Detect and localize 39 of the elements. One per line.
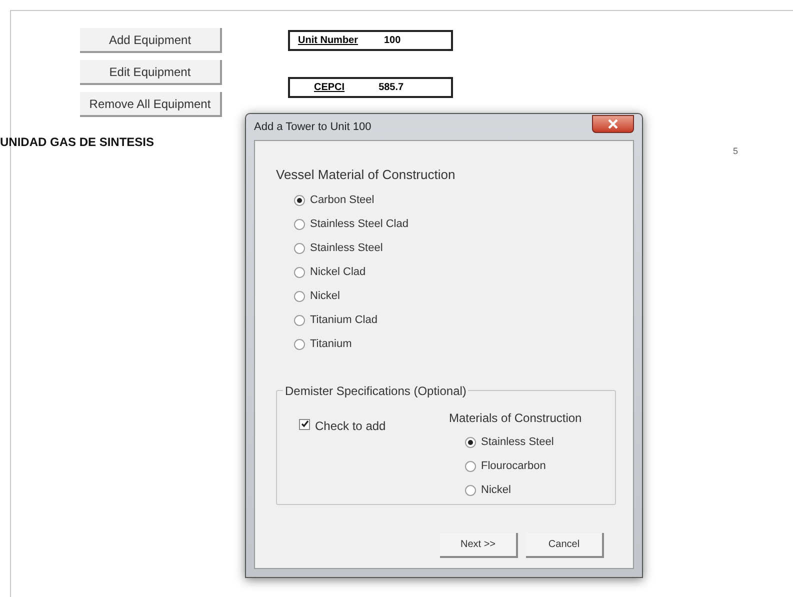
info-value: 585.7 — [378, 81, 404, 95]
option-label: Flourocarbon — [481, 459, 546, 474]
option-label: Stainless Steel Clad — [310, 217, 408, 232]
option-label: Nickel — [481, 483, 511, 498]
option-label: Nickel Clad — [310, 265, 366, 280]
option-label: Stainless Steel — [481, 435, 554, 450]
option-label: Titanium — [310, 337, 352, 352]
materials-label: Materials of Construction — [449, 410, 582, 426]
unit-title: UNIDAD GAS DE SINTESIS — [0, 135, 154, 149]
background-text: 5 — [733, 145, 738, 158]
radio-button[interactable] — [465, 437, 476, 448]
radio-button[interactable] — [294, 291, 305, 302]
close-icon — [608, 119, 618, 129]
dialog-button[interactable]: Next >> — [440, 533, 518, 558]
info-label: Unit Number — [298, 34, 358, 48]
radio-button[interactable] — [294, 219, 305, 230]
checkbox[interactable] — [299, 418, 310, 430]
close-button[interactable] — [592, 115, 634, 133]
radio-button[interactable] — [294, 315, 305, 326]
checkbox-label: Check to add — [315, 418, 386, 434]
radio-button[interactable] — [294, 339, 305, 350]
equipment-button[interactable]: Add Equipment — [80, 28, 222, 53]
radio-button[interactable] — [294, 267, 305, 278]
check-icon — [300, 420, 308, 428]
radio-button[interactable] — [294, 195, 305, 206]
option-label: Titanium Clad — [310, 313, 378, 328]
dialog-title: Add a Tower to Unit 100 — [254, 120, 372, 135]
section-label: Vessel Material of Construction — [276, 166, 456, 184]
equipment-button[interactable]: Remove All Equipment — [80, 92, 222, 117]
info-label: CEPCI — [314, 81, 345, 95]
radio-button[interactable] — [294, 243, 305, 254]
equipment-button[interactable]: Edit Equipment — [80, 60, 222, 85]
radio-button[interactable] — [465, 485, 476, 496]
option-label: Carbon Steel — [310, 193, 374, 208]
option-label: Stainless Steel — [310, 241, 383, 256]
dialog-button[interactable]: Cancel — [526, 533, 604, 558]
option-label: Nickel — [310, 289, 340, 304]
radio-button[interactable] — [465, 461, 476, 472]
info-value: 100 — [384, 34, 401, 48]
